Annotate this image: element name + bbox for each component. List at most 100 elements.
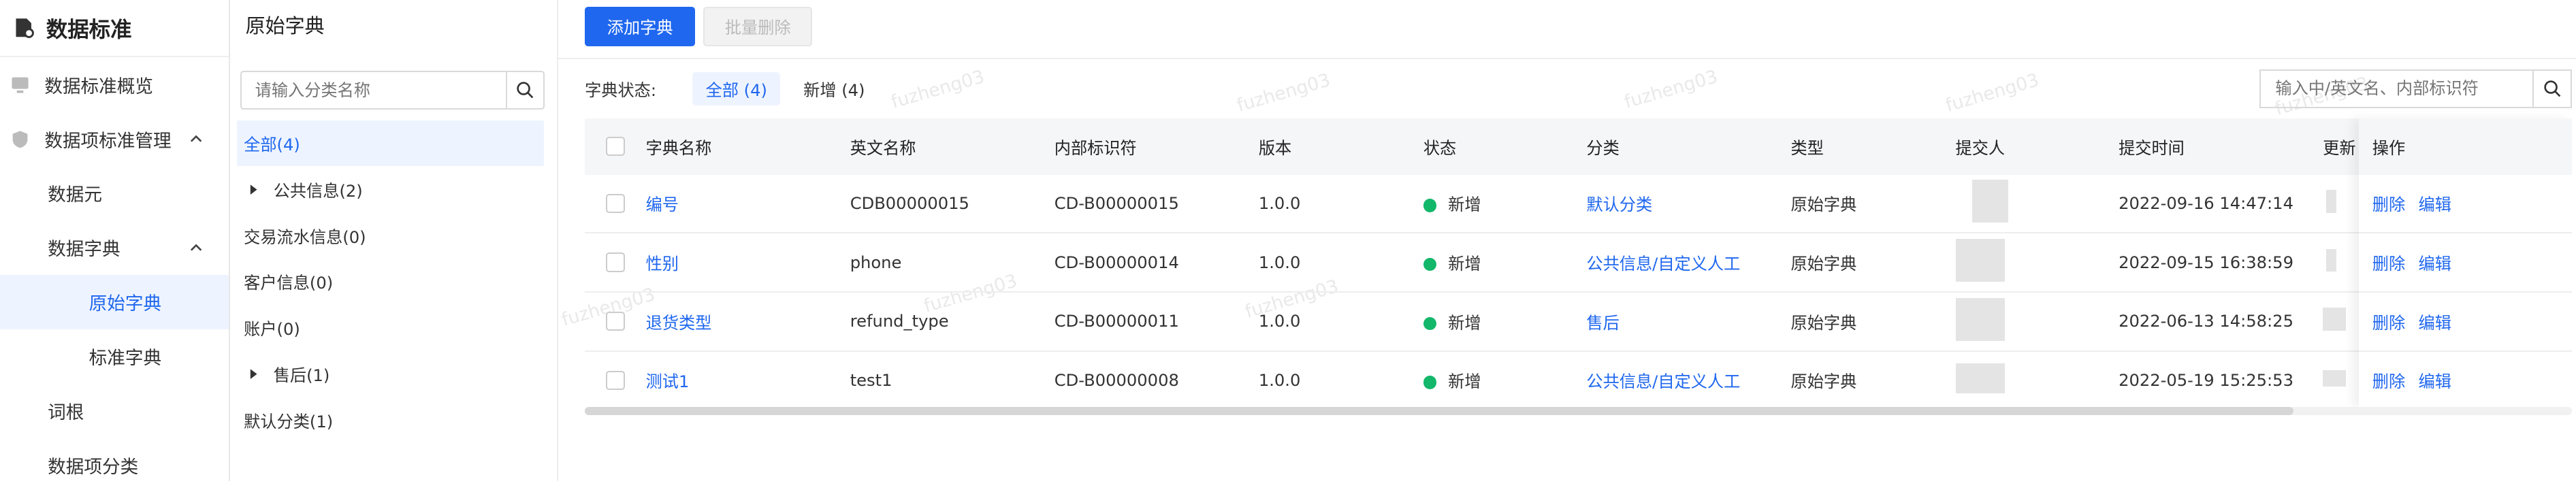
shield-icon	[12, 130, 27, 148]
internal-id-cell: CD-B00000008	[1054, 370, 1179, 390]
category-link[interactable]: 默认分类	[1586, 191, 1790, 215]
row-checkbox[interactable]	[605, 370, 625, 390]
internal-id-cell: CD-B00000015	[1054, 193, 1179, 213]
sidebar-item-word-root[interactable]: 词根	[0, 383, 229, 438]
select-all-checkbox[interactable]	[605, 137, 625, 157]
row-actions: 删除 编辑	[2359, 352, 2572, 411]
main-content: 添加字典 批量删除 字典状态: 全部 (4) 新增 (4) 字典名称 英文名称 …	[556, 0, 2576, 481]
sidebar: 数据标准 数据标准概览 数据项标准管理 数据元 数据字典 原始字典 标准字典 词…	[0, 0, 231, 481]
add-dictionary-button[interactable]: 添加字典	[585, 6, 696, 46]
search-icon	[517, 82, 534, 99]
category-link[interactable]: 售后	[1586, 310, 1790, 333]
dictionary-search-button[interactable]	[2532, 70, 2570, 107]
submitter-cell	[1955, 239, 2119, 286]
column-header-category: 分类	[1586, 138, 1620, 158]
tree-node-label: 默认分类(1)	[244, 412, 334, 431]
column-header-type: 类型	[1790, 138, 1824, 158]
tree-node-label: 账户(0)	[244, 320, 300, 340]
caret-right-icon[interactable]	[247, 183, 260, 196]
sidebar-item-label: 数据元	[48, 184, 103, 206]
category-search-input[interactable]	[242, 72, 506, 109]
category-link[interactable]: 公共信息/自定义人工	[1586, 368, 1790, 392]
tree-node-account[interactable]: 账户(0)	[237, 305, 543, 351]
version-cell: 1.0.0	[1258, 252, 1301, 272]
dictionary-name-link[interactable]: 性别	[646, 250, 850, 274]
table-row: 编号 CDB00000015 CD-B00000015 1.0.0 新增 默认分…	[585, 175, 2572, 234]
batch-delete-button[interactable]: 批量删除	[703, 6, 813, 46]
dictionary-search	[2259, 69, 2572, 108]
chevron-up-icon	[190, 244, 202, 251]
status-cell: 新增	[1423, 368, 1587, 392]
column-header-ops-wrap: 操作	[2359, 118, 2572, 175]
tree-node-after-sales[interactable]: 售后(1)	[237, 350, 543, 397]
dictionary-name-link[interactable]: 测试1	[646, 368, 850, 392]
sidebar-item-label: 数据字典	[48, 239, 120, 261]
chevron-up-icon	[190, 135, 202, 142]
sidebar-item-overview[interactable]: 数据标准概览	[0, 57, 229, 112]
status-text: 新增	[1448, 313, 1481, 333]
type-cell: 原始字典	[1790, 313, 1857, 333]
sidebar-item-label: 原始字典	[88, 293, 162, 315]
redacted-avatar	[1955, 239, 2006, 282]
sidebar-item-data-item-category[interactable]: 数据项分类	[0, 438, 229, 492]
edit-link[interactable]: 编辑	[2419, 310, 2451, 333]
sidebar-item-standard-dictionary[interactable]: 标准字典	[0, 329, 229, 384]
sidebar-item-label: 标准字典	[88, 347, 162, 369]
filter-tab-new[interactable]: 新增 (4)	[790, 72, 878, 106]
type-cell: 原始字典	[1790, 372, 1857, 392]
filter-tab-all[interactable]: 全部 (4)	[692, 71, 781, 106]
redacted-block	[2325, 248, 2336, 272]
status-filter-label: 字典状态:	[585, 81, 656, 101]
status-filter: 字典状态: 全部 (4) 新增 (4)	[585, 71, 888, 106]
delete-link[interactable]: 删除	[2372, 250, 2405, 274]
row-checkbox[interactable]	[605, 312, 625, 331]
column-header-version: 版本	[1258, 138, 1292, 158]
submitter-cell	[1956, 180, 2119, 227]
tree-node-all[interactable]: 全部(4)	[237, 120, 544, 167]
delete-link[interactable]: 删除	[2372, 368, 2405, 392]
row-actions: 删除 编辑	[2359, 293, 2572, 352]
sidebar-item-standard-management[interactable]: 数据项标准管理	[0, 112, 229, 166]
edit-link[interactable]: 编辑	[2419, 250, 2451, 274]
status-cell: 新增	[1423, 310, 1587, 333]
edit-link[interactable]: 编辑	[2419, 191, 2451, 215]
table-row: 性别 phone CD-B00000014 1.0.0 新增 公共信息/自定义人…	[585, 233, 2572, 293]
dictionary-name-link[interactable]: 退货类型	[646, 310, 850, 333]
row-checkbox[interactable]	[605, 252, 625, 272]
horizontal-scrollbar-thumb[interactable]	[585, 406, 2293, 415]
sidebar-item-label: 数据项标准管理	[44, 130, 172, 152]
search-icon	[2544, 80, 2561, 97]
row-actions: 删除 编辑	[2359, 175, 2572, 234]
column-header-internal-id: 内部标识符	[1054, 138, 1137, 158]
data-standard-logo-icon	[16, 18, 35, 39]
delete-link[interactable]: 删除	[2372, 310, 2405, 333]
status-text: 新增	[1448, 195, 1481, 215]
tree-node-public-info[interactable]: 公共信息(2)	[237, 166, 543, 212]
column-header-submit-time: 提交时间	[2119, 138, 2185, 158]
submit-time-cell: 2022-06-13 14:58:25	[2119, 312, 2293, 331]
panel-title: 原始字典	[245, 14, 325, 37]
row-checkbox[interactable]	[605, 193, 625, 213]
tree-node-customer[interactable]: 客户信息(0)	[237, 259, 543, 305]
tree-node-transaction[interactable]: 交易流水信息(0)	[237, 212, 543, 259]
column-header-en-name: 英文名称	[850, 138, 916, 158]
dictionary-name-link[interactable]: 编号	[646, 191, 850, 215]
category-link[interactable]: 公共信息/自定义人工	[1586, 250, 1790, 274]
caret-right-icon[interactable]	[247, 367, 260, 380]
delete-link[interactable]: 删除	[2372, 191, 2405, 215]
redacted-block	[2323, 370, 2347, 387]
internal-id-cell: CD-B00000011	[1054, 312, 1179, 331]
app-header: 数据标准	[0, 0, 229, 58]
submit-time-cell: 2022-05-19 15:25:53	[2119, 370, 2293, 390]
edit-link[interactable]: 编辑	[2419, 368, 2451, 392]
sidebar-item-data-element[interactable]: 数据元	[0, 166, 229, 220]
category-search-button[interactable]	[505, 72, 543, 109]
column-header-status: 状态	[1423, 138, 1457, 158]
table-row: 退货类型 refund_type CD-B00000011 1.0.0 新增 售…	[585, 293, 2572, 352]
tree-node-label: 公共信息(2)	[273, 181, 363, 201]
dictionary-search-input[interactable]	[2260, 70, 2533, 107]
status-dot-icon	[1423, 258, 1437, 272]
sidebar-item-raw-dictionary[interactable]: 原始字典	[0, 274, 229, 329]
tree-node-default[interactable]: 默认分类(1)	[237, 397, 543, 443]
sidebar-item-data-dictionary[interactable]: 数据字典	[0, 220, 229, 275]
